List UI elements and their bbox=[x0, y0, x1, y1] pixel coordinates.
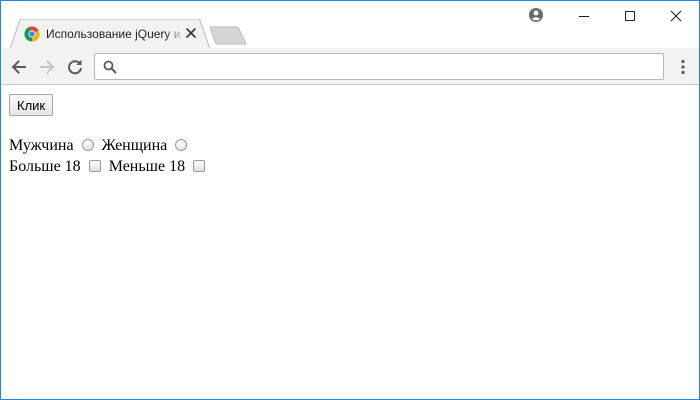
browser-toolbar bbox=[1, 48, 699, 85]
female-label: Женщина bbox=[101, 137, 168, 154]
account-icon[interactable] bbox=[528, 7, 544, 23]
search-icon bbox=[103, 60, 117, 74]
maximize-icon bbox=[625, 11, 635, 21]
arrow-right-icon[interactable] bbox=[37, 57, 57, 77]
age-row: Больше 18 Меньше 18 bbox=[9, 157, 213, 177]
male-radio[interactable] bbox=[81, 139, 94, 151]
under-18-checkbox[interactable] bbox=[193, 160, 206, 172]
more-vert-icon[interactable] bbox=[673, 57, 693, 77]
reload-icon[interactable] bbox=[65, 57, 85, 77]
over-18-checkbox[interactable] bbox=[88, 160, 101, 172]
gender-row: Мужчина Женщина bbox=[9, 136, 195, 156]
new-tab-icon[interactable] bbox=[209, 26, 247, 45]
tab-title: Использование jQuery и JavaScript bbox=[46, 27, 186, 41]
close-icon bbox=[670, 10, 682, 22]
click-button[interactable]: Клик bbox=[9, 94, 54, 116]
tab-active[interactable]: Использование jQuery и JavaScript bbox=[10, 19, 210, 49]
tab-close-icon[interactable] bbox=[185, 27, 197, 39]
under-18-label: Меньше 18 bbox=[108, 158, 186, 175]
male-label: Мужчина bbox=[9, 137, 74, 154]
address-bar[interactable] bbox=[94, 53, 664, 80]
minimize-icon bbox=[579, 16, 589, 17]
chrome-favicon-icon bbox=[24, 26, 40, 42]
page-content: Клик Мужчина Женщина Больше 18 Меньше 18 bbox=[1, 86, 699, 399]
window-close-button[interactable] bbox=[653, 1, 699, 31]
browser-window: Использование jQuery и JavaScript bbox=[0, 0, 700, 400]
tab-strip: Использование jQuery и JavaScript bbox=[1, 1, 699, 49]
minimize-button[interactable] bbox=[561, 1, 607, 31]
arrow-left-icon[interactable] bbox=[9, 57, 29, 77]
over-18-label: Больше 18 bbox=[9, 158, 81, 175]
url-input[interactable] bbox=[123, 57, 653, 76]
maximize-button[interactable] bbox=[607, 1, 653, 31]
female-radio[interactable] bbox=[175, 139, 188, 151]
